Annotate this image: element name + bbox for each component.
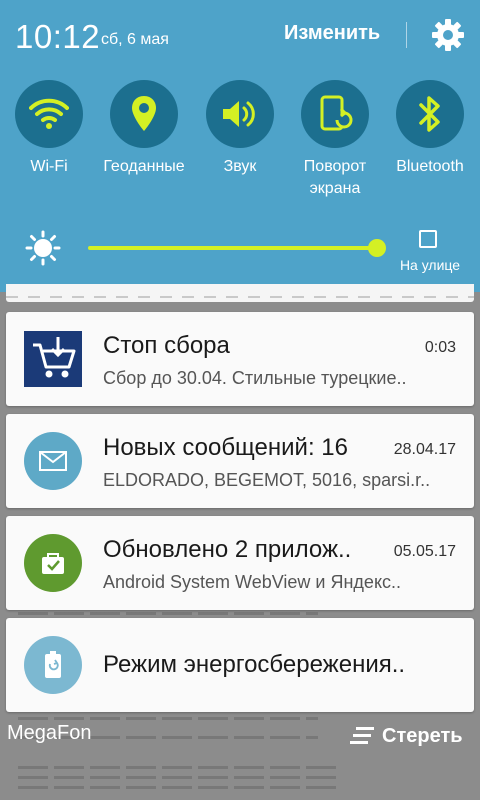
- clear-all-icon: [350, 727, 374, 744]
- notification-power-saving[interactable]: Режим энергосбережения..: [6, 618, 474, 712]
- tile-sound[interactable]: Звук: [192, 80, 288, 178]
- email-icon-wrap: [24, 432, 82, 490]
- tile-label: Wi-Fi: [30, 158, 68, 175]
- clear-all-button[interactable]: Стереть: [350, 722, 463, 750]
- background-text: [18, 786, 338, 789]
- email-icon: [24, 432, 82, 490]
- location-toggle[interactable]: [110, 80, 178, 148]
- location-icon: [132, 96, 156, 131]
- shopping-cart-icon: [24, 330, 82, 388]
- update-icon-wrap: [24, 534, 82, 592]
- brightness-slider-thumb[interactable]: [368, 239, 386, 257]
- tile-location[interactable]: Геоданные: [96, 80, 192, 178]
- clear-all-label: Стереть: [382, 724, 463, 747]
- settings-gear-icon[interactable]: [430, 17, 466, 53]
- sound-toggle[interactable]: [206, 80, 274, 148]
- bluetooth-toggle[interactable]: [396, 80, 464, 148]
- wifi-icon: [29, 98, 69, 129]
- notification-app-updates[interactable]: Обновлено 2 прилож.. 05.05.17 Android Sy…: [6, 516, 474, 610]
- notification-messages[interactable]: Новых сообщений: 16 28.04.17 ELDORADO, B…: [6, 414, 474, 508]
- rotation-icon: [320, 95, 353, 131]
- quick-settings-panel: 10:12 сб, 6 мая Изменить Wi-Fi Геоданные…: [0, 0, 480, 292]
- background-text: [18, 766, 338, 769]
- notification-time: 0:03: [424, 339, 456, 356]
- app-update-icon: [24, 534, 82, 592]
- clock: 10:12: [15, 18, 101, 55]
- brightness-slider[interactable]: [88, 246, 377, 250]
- tile-label: Bluetooth: [396, 158, 464, 175]
- notification-title: Обновлено 2 прилож..: [103, 536, 352, 563]
- notification-title: Новых сообщений: 16: [103, 434, 348, 461]
- edit-button[interactable]: Изменить: [284, 22, 380, 45]
- partial-notification[interactable]: [6, 284, 474, 302]
- notification-text: Android System WebView и Яндекс..: [103, 572, 402, 592]
- outdoor-mode-label: На улице: [399, 257, 461, 273]
- background-text: [18, 612, 318, 615]
- carrier-name: MegaFon: [7, 722, 92, 744]
- notification-stop-sbora[interactable]: Стоп сбора 0:03 Сбор до 30.04. Стильные …: [6, 312, 474, 406]
- sound-icon: [223, 101, 255, 127]
- date-label: сб, 6 мая: [101, 31, 169, 48]
- wifi-toggle[interactable]: [15, 80, 83, 148]
- battery-icon-wrap: [24, 636, 82, 694]
- divider: [406, 22, 407, 48]
- tile-label: Геоданные: [103, 158, 185, 175]
- notification-time: 28.04.17: [393, 441, 456, 458]
- tile-label: Поворот экрана: [303, 158, 367, 197]
- background-text: [18, 776, 338, 779]
- battery-saver-icon: [24, 636, 82, 694]
- brightness-sun-icon: [25, 230, 61, 266]
- bluetooth-icon: [419, 96, 440, 132]
- rotation-toggle[interactable]: [301, 80, 369, 148]
- notification-time: 05.05.17: [393, 543, 456, 560]
- notification-text: Сбор до 30.04. Стильные турецкие..: [103, 368, 407, 388]
- notification-title: Стоп сбора: [103, 332, 230, 359]
- tile-label: Звук: [223, 158, 257, 175]
- notification-text: ELDORADO, BEGEMOT, 5016, sparsi.r..: [103, 470, 431, 490]
- background-text: [18, 717, 318, 720]
- tile-wifi[interactable]: Wi-Fi: [1, 80, 97, 178]
- tile-bluetooth[interactable]: Bluetooth: [382, 80, 478, 178]
- status-bar: 10:12 сб, 6 мая Изменить: [0, 0, 480, 72]
- tile-rotation[interactable]: Поворот экрана: [287, 80, 383, 200]
- notification-title: Режим энергосбережения..: [103, 651, 406, 678]
- outdoor-mode-checkbox[interactable]: [419, 230, 437, 248]
